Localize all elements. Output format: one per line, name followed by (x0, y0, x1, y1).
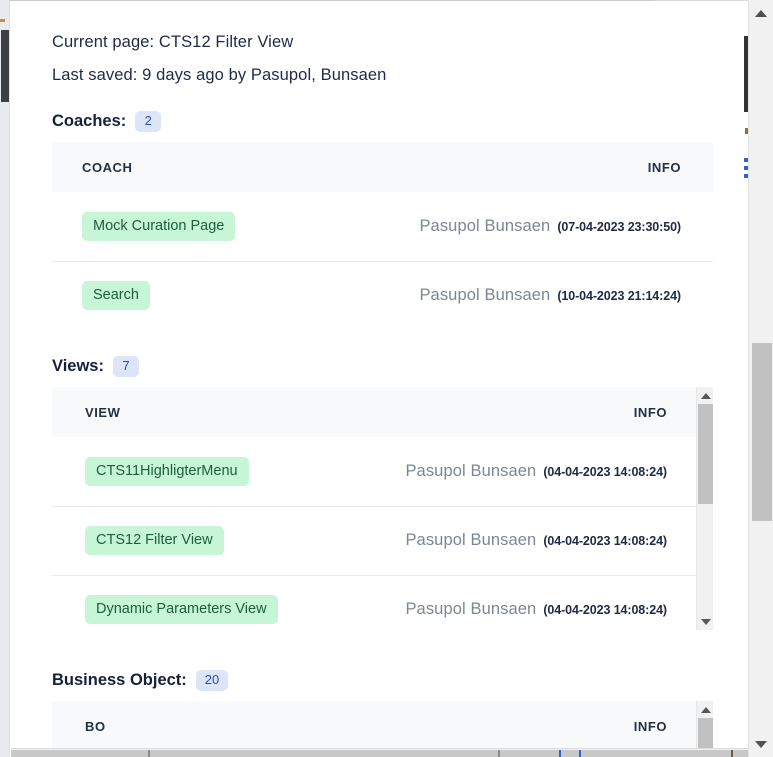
scroll-down-arrow-icon[interactable] (697, 613, 714, 630)
last-saved-label: Last saved: 9 days ago by Pasupol, Bunsa… (52, 66, 387, 84)
column-header-coach[interactable]: COACH (52, 142, 383, 192)
business-object-table-wrapper: BO INFO (52, 701, 714, 757)
modified-by: Pasupol Bunsaen (405, 461, 537, 480)
coach-info-cell: Pasupol Bunsaen (10-04-2023 21:14:24) (382, 260, 713, 330)
table-row[interactable]: CTS11HighligterMenu Pasupol Bunsaen (04-0… (52, 437, 713, 506)
coach-name-cell: Search (52, 260, 383, 330)
table-header-row: BO INFO (52, 701, 713, 751)
horizontal-scrollbar-thumb[interactable] (11, 750, 748, 757)
modified-at: (10-04-2023 21:14:24) (557, 289, 681, 304)
modified-by: Pasupol Bunsaen (405, 531, 537, 549)
page-content: Current page: CTS12 Filter View Last sav… (11, 1, 748, 757)
section-header-views: Views: 7 (52, 356, 718, 377)
hsb-tick (579, 750, 581, 757)
scroll-up-arrow-icon[interactable] (697, 701, 714, 718)
business-object-table: BO INFO (52, 701, 713, 751)
views-table: VIEW INFO CTS11HighligterMenu Pasupol Bu… (52, 387, 713, 644)
page-scrollbar[interactable] (748, 0, 773, 757)
coaches-table-head: COACH INFO (52, 142, 713, 192)
modified-at: (04-04-2023 14:08:24) (543, 603, 667, 618)
column-header-view[interactable]: VIEW (52, 387, 383, 437)
count-badge-views: 7 (112, 356, 139, 377)
scroll-up-arrow-icon[interactable] (697, 387, 714, 404)
section-title-coaches: Coaches: (52, 112, 127, 130)
scroll-down-arrow-icon[interactable] (749, 733, 773, 755)
count-badge-coaches: 2 (135, 111, 162, 132)
view-name-badge[interactable]: Dynamic Parameters View (85, 595, 278, 625)
views-scrollbar-thumb[interactable] (698, 404, 713, 504)
view-info-cell: Pasupol Bunsaen (04-04-2023 14:08:24) (383, 437, 714, 506)
coaches-table: COACH INFO Mock Curation Page Pasupol Bu… (52, 142, 713, 330)
table-header-row: VIEW INFO (52, 387, 713, 437)
hsb-tick (559, 750, 561, 757)
view-info-cell: Pasupol Bunsaen (04-04-2023 14:08:24) (382, 505, 713, 575)
modified-at: (07-04-2023 23:30:50) (557, 219, 681, 234)
modified-by: Pasupol Bunsaen (419, 286, 551, 305)
hsb-tick (498, 750, 500, 757)
left-edge-marker (0, 19, 5, 22)
column-header-info[interactable]: INFO (382, 142, 713, 192)
column-header-info[interactable]: INFO (382, 387, 713, 437)
hsb-tick (731, 750, 733, 757)
coach-name-badge[interactable]: Search (82, 281, 150, 311)
horizontal-scrollbar[interactable] (11, 748, 748, 757)
section-header-business-object: Business Object: 20 (52, 670, 718, 691)
hsb-tick (148, 750, 150, 757)
page-scrollbar-thumb[interactable] (752, 343, 772, 521)
scroll-up-arrow-icon[interactable] (749, 2, 773, 24)
table-row[interactable]: Mock Curation Page Pasupol Bunsaen (07-04… (52, 192, 713, 261)
current-page-label: Current page: CTS12 Filter View (52, 33, 294, 51)
content-padding: Current page: CTS12 Filter View Last sav… (11, 33, 748, 757)
modified-by: Pasupol Bunsaen (419, 216, 551, 235)
modified-at: (04-04-2023 14:08:24) (543, 534, 667, 548)
view-name-badge[interactable]: CTS12 Filter View (85, 526, 224, 555)
view-name-cell: CTS11HighligterMenu (52, 437, 383, 506)
table-row[interactable]: Search Pasupol Bunsaen (10-04-2023 21:14:… (52, 260, 713, 330)
view-name-badge[interactable]: CTS11HighligterMenu (85, 456, 249, 486)
app-root: Current page: CTS12 Filter View Last sav… (0, 0, 773, 757)
column-header-bo[interactable]: BO (52, 701, 383, 751)
view-name-cell: Dynamic Parameters View (52, 574, 383, 644)
views-table-head: VIEW INFO (52, 387, 713, 437)
view-name-cell: CTS12 Filter View (52, 505, 383, 575)
count-badge-business-object: 20 (195, 670, 229, 691)
table-row[interactable]: CTS12 Filter View Pasupol Bunsaen (04-04-… (52, 505, 713, 575)
section-header-coaches: Coaches: 2 (52, 111, 718, 132)
section-title-business-object: Business Object: (52, 671, 187, 689)
views-table-scrollbar[interactable] (696, 387, 713, 630)
coach-info-cell: Pasupol Bunsaen (07-04-2023 23:30:50) (383, 192, 714, 261)
table-row[interactable]: Dynamic Parameters View Pasupol Bunsaen (… (52, 574, 713, 644)
table-header-row: COACH INFO (52, 142, 713, 192)
view-info-cell: Pasupol Bunsaen (04-04-2023 14:08:24) (382, 574, 713, 644)
left-edge-scrollbar[interactable] (0, 0, 10, 757)
views-table-body: CTS11HighligterMenu Pasupol Bunsaen (04-0… (52, 437, 713, 644)
column-header-info[interactable]: INFO (382, 701, 713, 751)
section-title-views: Views: (52, 357, 104, 375)
modified-at: (04-04-2023 14:08:24) (543, 464, 667, 479)
business-object-table-head: BO INFO (52, 701, 713, 751)
views-table-wrapper: VIEW INFO CTS11HighligterMenu Pasupol Bu… (52, 387, 713, 644)
coach-name-badge[interactable]: Mock Curation Page (82, 211, 236, 241)
coaches-table-body: Mock Curation Page Pasupol Bunsaen (07-04… (52, 192, 713, 330)
modified-by: Pasupol Bunsaen (405, 600, 537, 619)
business-object-scrollbar-thumb[interactable] (698, 718, 713, 751)
coaches-table-wrapper: COACH INFO Mock Curation Page Pasupol Bu… (52, 142, 713, 330)
coach-name-cell: Mock Curation Page (52, 192, 383, 261)
left-edge-scrollbar-thumb[interactable] (1, 30, 9, 102)
